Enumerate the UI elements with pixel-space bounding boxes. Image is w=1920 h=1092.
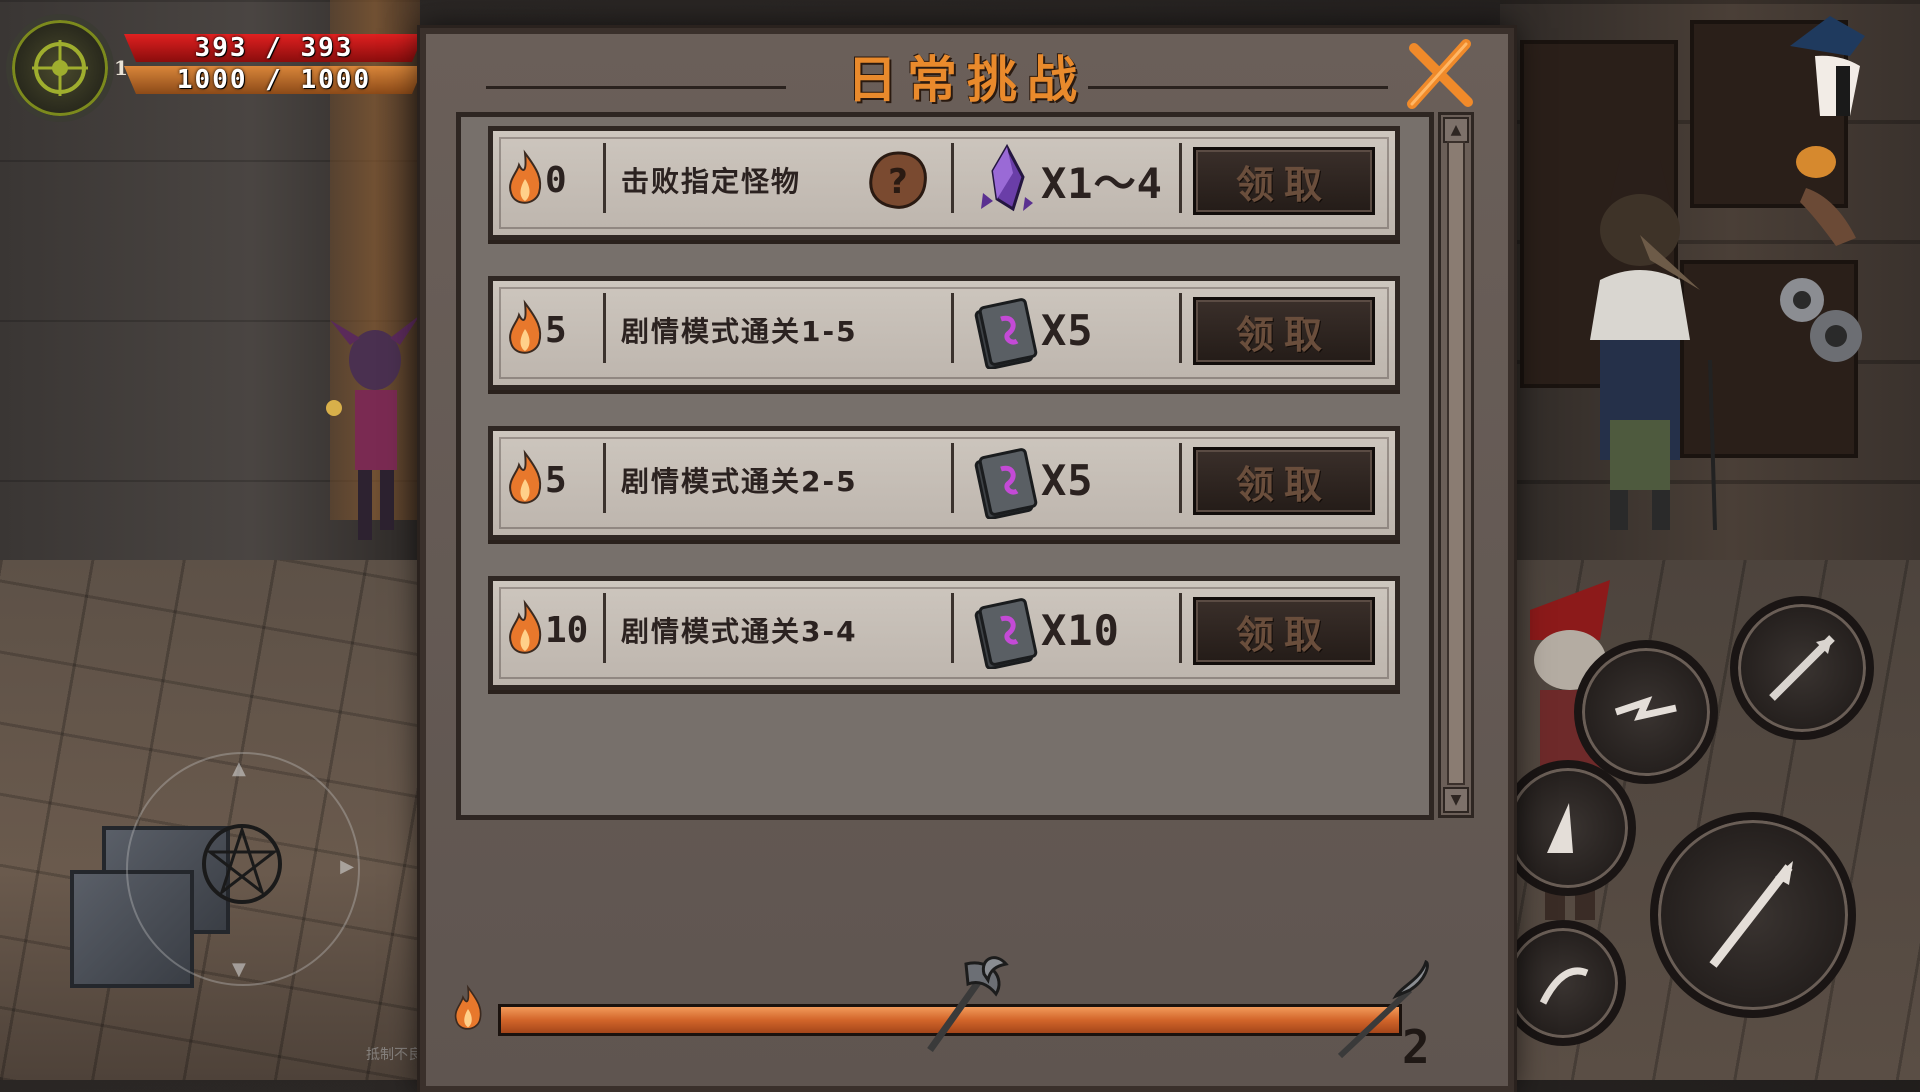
faded-overlay-text: 抵制不良 <box>366 1047 422 1063</box>
divider <box>1179 443 1182 513</box>
divider <box>603 593 606 663</box>
divider <box>951 593 954 663</box>
challenge-description: 剧情模式通关3-4 <box>621 615 858 648</box>
challenge-row: 5 剧情模式通关2-5 X5 领取 <box>488 426 1400 540</box>
challenge-description: 击败指定怪物 <box>621 165 802 198</box>
flame-icon <box>509 299 542 354</box>
challenge-row: 0 击败指定怪物 ? X1～4 领取 <box>488 126 1400 240</box>
scroll-down-arrow-icon[interactable]: ▼ <box>1443 787 1469 813</box>
hp-bar: 393 / 393 <box>124 34 424 62</box>
spell-card-icon <box>974 298 1038 369</box>
divider <box>1179 143 1182 213</box>
scroll-thumb[interactable] <box>1447 141 1465 785</box>
joystick-right-arrow: ▶ <box>340 856 354 877</box>
player-emblem[interactable] <box>6 14 114 122</box>
purple-crystal-icon <box>981 143 1033 212</box>
challenge-points: 5 <box>545 309 567 351</box>
divider <box>951 443 954 513</box>
title-decoration-right <box>1088 86 1388 89</box>
divider <box>1179 293 1182 363</box>
claim-button[interactable]: 领取 <box>1193 297 1375 365</box>
reward-quantity: X5 <box>1041 305 1094 355</box>
scroll-up-arrow-icon[interactable]: ▲ <box>1443 117 1469 143</box>
claw-skill-icon <box>1547 803 1573 853</box>
axe-weapon-icon[interactable] <box>910 954 1010 1054</box>
flame-icon <box>509 149 542 204</box>
divider <box>1179 593 1182 663</box>
divider <box>603 143 606 213</box>
challenge-description: 剧情模式通关2-5 <box>621 465 858 498</box>
title-decoration-left <box>486 86 786 89</box>
skill-button-dash[interactable] <box>1730 596 1874 740</box>
challenge-points: 5 <box>545 459 567 501</box>
scrollbar[interactable]: ▲ ▼ <box>1438 112 1474 818</box>
coin-hand-icon[interactable] <box>1776 138 1866 248</box>
divider <box>951 143 954 213</box>
progress-flame-icon <box>454 984 482 1030</box>
joystick-up-arrow: ▲ <box>232 758 246 779</box>
claim-button[interactable]: 领取 <box>1193 447 1375 515</box>
reward-quantity: X10 <box>1041 605 1120 655</box>
wind-skill-icon <box>1539 967 1589 1005</box>
progress-count: 2 <box>1402 1020 1430 1074</box>
challenge-points: 0 <box>545 159 567 201</box>
unknown-monster-icon: ? <box>869 151 927 209</box>
spear-attack-icon <box>1709 861 1793 968</box>
challenge-points: 10 <box>545 609 589 651</box>
skill-button-slash[interactable] <box>1574 640 1718 784</box>
divider <box>603 293 606 363</box>
lightning-skill-icon <box>1614 696 1677 721</box>
challenge-description: 剧情模式通关1-5 <box>621 315 858 348</box>
close-button[interactable] <box>1396 30 1484 118</box>
player-class-icon <box>32 40 88 96</box>
panel-title: 日常挑战 <box>847 51 1087 109</box>
challenge-row: 5 剧情模式通关1-5 X5 领取 <box>488 276 1400 390</box>
flame-icon <box>509 449 542 504</box>
mp-bar: 1000 / 1000 <box>124 66 424 94</box>
skill-button-sweep[interactable] <box>1500 920 1626 1046</box>
spell-card-icon <box>974 448 1038 519</box>
jester-character <box>326 315 420 540</box>
divider <box>603 443 606 513</box>
skill-button-claw[interactable] <box>1500 760 1636 896</box>
joystick-down-arrow: ▼ <box>232 959 246 980</box>
reward-quantity: X1～4 <box>1041 158 1163 208</box>
challenge-row: 10 剧情模式通关3-4 X10 领取 <box>488 576 1400 690</box>
close-x-icon <box>1407 39 1473 109</box>
detective-portrait-icon[interactable] <box>1770 6 1880 116</box>
virtual-joystick[interactable]: ▲ ▶ ▼ <box>126 752 360 986</box>
divider <box>951 293 954 363</box>
svg-text:?: ? <box>888 162 908 202</box>
attack-button[interactable] <box>1650 812 1856 1018</box>
reward-quantity: X5 <box>1041 455 1094 505</box>
settings-gear-icon[interactable] <box>1766 264 1876 374</box>
claim-button[interactable]: 领取 <box>1193 597 1375 665</box>
plague-doctor-npc <box>1590 160 1717 531</box>
flame-icon <box>509 599 542 654</box>
spell-card-icon <box>974 598 1038 669</box>
claim-button[interactable]: 领取 <box>1193 147 1375 215</box>
panel-header: 日常挑战 <box>426 34 1508 118</box>
spear-skill-icon <box>1769 635 1835 701</box>
